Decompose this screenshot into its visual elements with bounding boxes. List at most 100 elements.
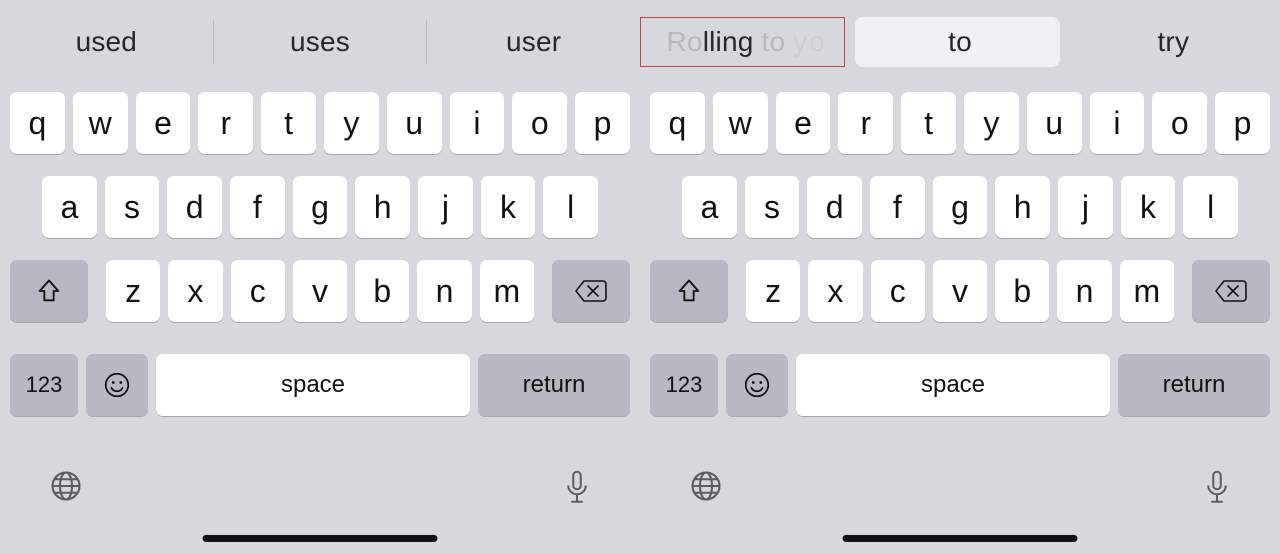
key-b[interactable]: b [995,260,1049,322]
key-w-label: w [89,105,112,142]
key-r[interactable]: r [198,92,253,154]
key-x[interactable]: x [808,260,862,322]
suggestion-2[interactable]: to [853,10,1066,74]
key-p[interactable]: p [575,92,630,154]
key-g[interactable]: g [933,176,988,238]
backspace-key[interactable] [1192,260,1270,322]
key-o[interactable]: o [1152,92,1207,154]
shift-icon [35,277,63,305]
key-c-label: c [890,273,906,310]
shift-key[interactable] [10,260,88,322]
emoji-key[interactable] [86,354,148,416]
key-i[interactable]: i [1090,92,1145,154]
key-v[interactable]: v [293,260,347,322]
key-r-label: r [860,105,871,142]
emoji-icon [102,370,132,400]
key-h[interactable]: h [995,176,1050,238]
key-j[interactable]: j [1058,176,1113,238]
globe-button[interactable] [688,468,724,504]
key-e[interactable]: e [136,92,191,154]
suggestion-3[interactable]: try [1067,10,1280,74]
key-a[interactable]: a [682,176,737,238]
key-h[interactable]: h [355,176,410,238]
key-h-label: h [1014,189,1032,226]
key-z[interactable]: z [746,260,800,322]
key-k-label: k [1140,189,1156,226]
key-j[interactable]: j [418,176,473,238]
microphone-icon [562,468,592,508]
key-b[interactable]: b [355,260,409,322]
key-d[interactable]: d [807,176,862,238]
key-e[interactable]: e [776,92,831,154]
dictation-button[interactable] [1202,468,1232,508]
key-l[interactable]: l [1183,176,1238,238]
key-n[interactable]: n [1057,260,1111,322]
key-z[interactable]: z [106,260,160,322]
key-b-label: b [1013,273,1031,310]
key-d[interactable]: d [167,176,222,238]
space-key[interactable]: space [156,354,470,416]
key-t-label: t [924,105,933,142]
key-x[interactable]: x [168,260,222,322]
home-indicator[interactable] [843,535,1078,542]
suggestion-3[interactable]: user [427,10,640,74]
numbers-key[interactable]: 123 [650,354,718,416]
numbers-key[interactable]: 123 [10,354,78,416]
key-u-label: u [1045,105,1063,142]
home-indicator[interactable] [203,535,438,542]
emoji-key[interactable] [726,354,788,416]
globe-button[interactable] [48,468,84,504]
key-t[interactable]: t [261,92,316,154]
key-k[interactable]: k [481,176,536,238]
dictation-button[interactable] [562,468,592,508]
key-f[interactable]: f [870,176,925,238]
key-x-label: x [827,273,843,310]
key-c[interactable]: c [231,260,285,322]
key-n[interactable]: n [417,260,471,322]
key-u[interactable]: u [1027,92,1082,154]
key-q-label: q [29,105,47,142]
key-y[interactable]: y [324,92,379,154]
return-key[interactable]: return [1118,354,1270,416]
suggestion-2[interactable]: uses [214,10,427,74]
key-g[interactable]: g [293,176,348,238]
key-y[interactable]: y [964,92,1019,154]
key-u[interactable]: u [387,92,442,154]
suggestion-1[interactable]: used [0,10,213,74]
key-t[interactable]: t [901,92,956,154]
key-z-label: z [125,273,141,310]
key-v[interactable]: v [933,260,987,322]
key-g-label: g [311,189,329,226]
return-key-label: return [523,371,586,399]
key-q[interactable]: q [10,92,65,154]
key-q[interactable]: q [650,92,705,154]
backspace-key[interactable] [552,260,630,322]
backspace-icon [1214,278,1248,304]
key-o[interactable]: o [512,92,567,154]
key-v-label: v [312,273,328,310]
key-k[interactable]: k [1121,176,1176,238]
key-d-label: d [186,189,204,226]
suggestion-1[interactable]: Rolling to yo [640,10,853,74]
key-c-label: c [250,273,266,310]
key-l[interactable]: l [543,176,598,238]
key-m[interactable]: m [1120,260,1174,322]
key-a[interactable]: a [42,176,97,238]
shift-key[interactable] [650,260,728,322]
suggestion-bar: used uses user [0,10,640,74]
space-key[interactable]: space [796,354,1110,416]
key-i[interactable]: i [450,92,505,154]
key-c[interactable]: c [871,260,925,322]
key-w[interactable]: w [73,92,128,154]
key-m[interactable]: m [480,260,534,322]
key-s[interactable]: s [105,176,160,238]
key-y-label: y [343,105,359,142]
key-p[interactable]: p [1215,92,1270,154]
key-r[interactable]: r [838,92,893,154]
key-s[interactable]: s [745,176,800,238]
key-f[interactable]: f [230,176,285,238]
key-w[interactable]: w [713,92,768,154]
keyboard-footer [0,448,640,554]
key-n-label: n [1076,273,1094,310]
return-key[interactable]: return [478,354,630,416]
